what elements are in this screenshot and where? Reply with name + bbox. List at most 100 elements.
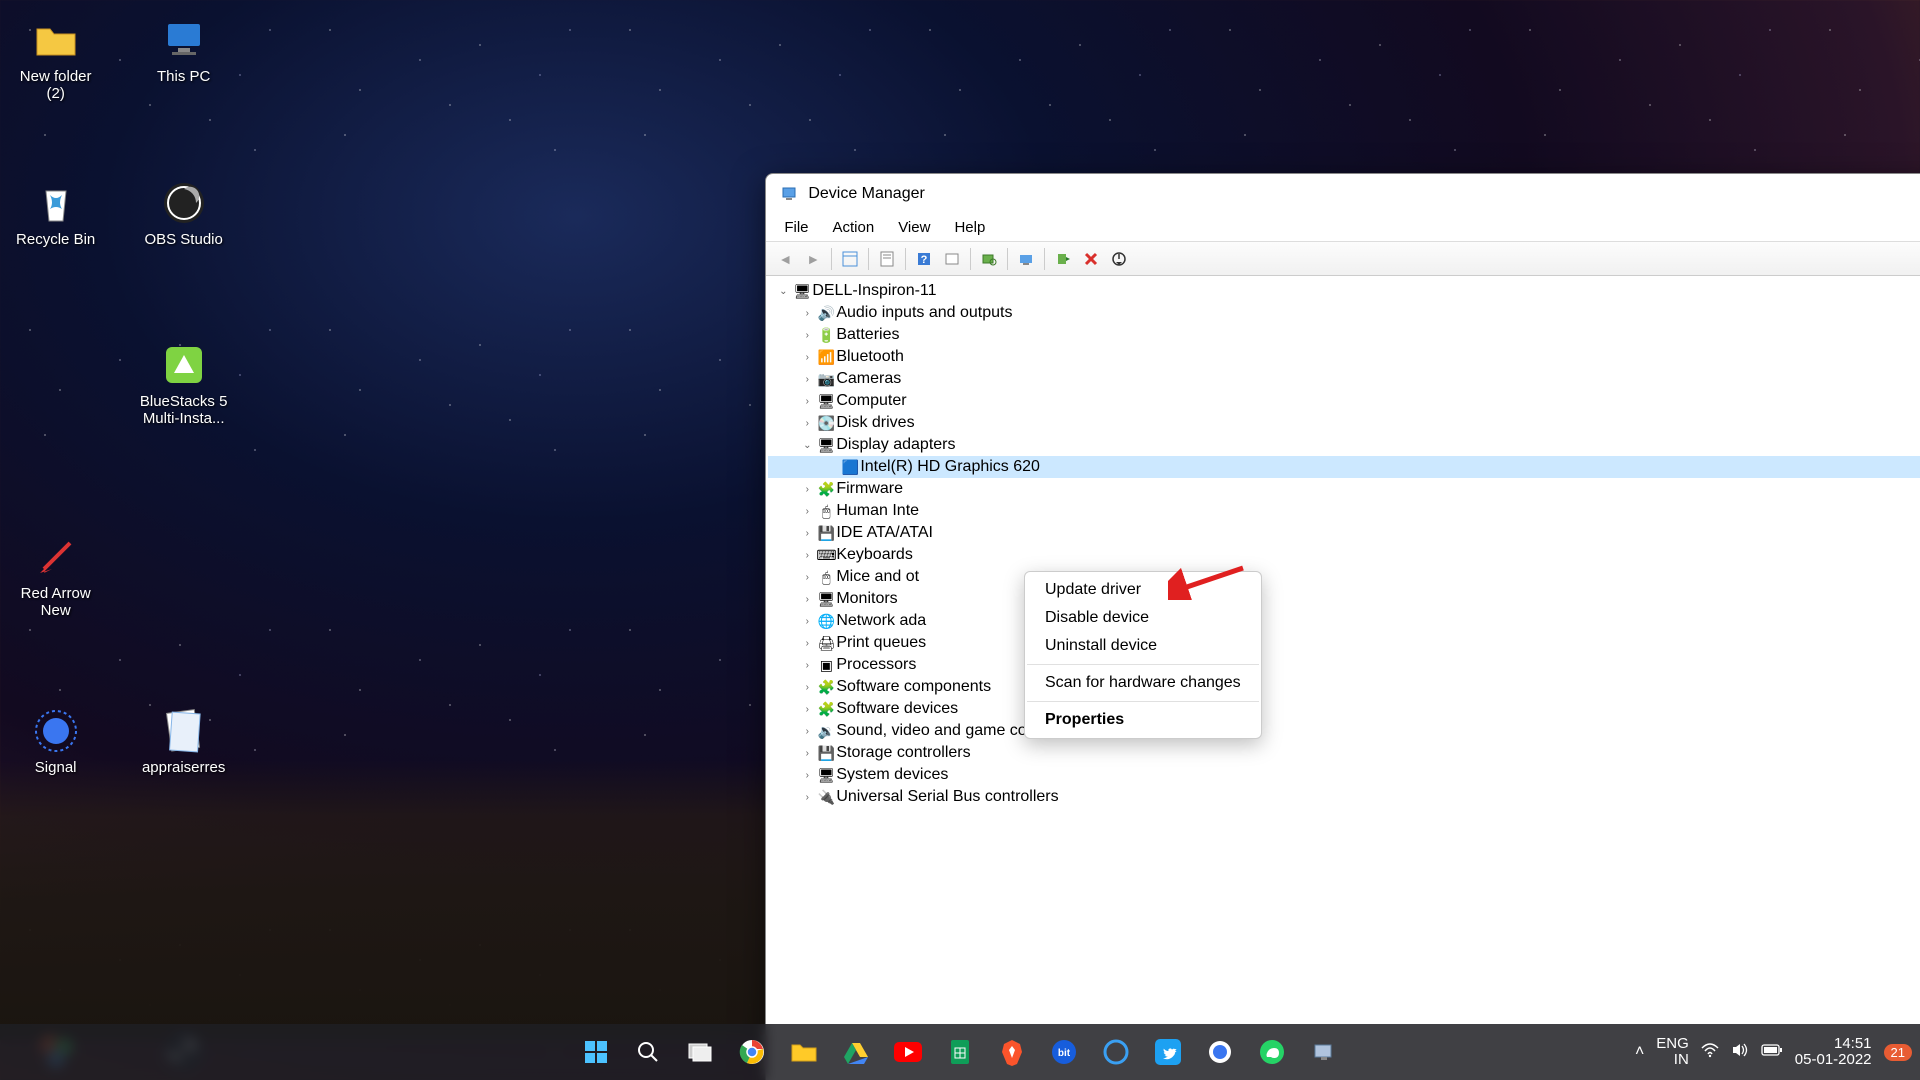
desktop-icon-bluestacks-multi[interactable]: BlueStacks 5 Multi-Insta...	[139, 341, 229, 427]
taskbar-signal-app[interactable]	[1198, 1030, 1242, 1074]
tray-chevron-icon[interactable]: ˄	[1635, 1043, 1644, 1061]
chevron-icon[interactable]: ›	[798, 352, 816, 363]
chevron-icon[interactable]: ›	[798, 308, 816, 319]
show-hidden-button[interactable]	[837, 246, 863, 272]
tree-node-2[interactable]: ›📶Bluetooth	[768, 346, 1920, 368]
taskbar-whatsapp[interactable]	[1250, 1030, 1294, 1074]
tree-node-6[interactable]: ⌄🖥Display adapters	[768, 434, 1920, 456]
tree-node-16[interactable]: ›🧩Software components	[768, 676, 1920, 698]
tree-node-5[interactable]: ›💽Disk drives	[768, 412, 1920, 434]
tree-root[interactable]: ⌄🖥DELL-Inspiron-11	[768, 280, 1920, 302]
taskbar-chrome[interactable]	[730, 1030, 774, 1074]
enable-device-button[interactable]	[1050, 246, 1076, 272]
tree-node-3[interactable]: ›📷Cameras	[768, 368, 1920, 390]
menubar[interactable]: FileActionViewHelp	[766, 214, 1920, 242]
chevron-icon[interactable]: ›	[798, 418, 816, 429]
chevron-icon[interactable]: ›	[798, 748, 816, 759]
chevron-icon[interactable]: ›	[798, 594, 816, 605]
taskbar[interactable]: bit ˄ ENG IN 14:51 05-01-2022 21	[0, 1024, 1920, 1080]
chevron-icon[interactable]: ›	[798, 396, 816, 407]
taskbar-cortana[interactable]	[1094, 1030, 1138, 1074]
chevron-icon[interactable]: ›	[798, 484, 816, 495]
update-driver-button[interactable]	[1013, 246, 1039, 272]
chevron-icon[interactable]: ⌄	[774, 286, 792, 297]
taskbar-sheets[interactable]	[938, 1030, 982, 1074]
desktop-icon-new-folder-2[interactable]: New folder (2)	[11, 16, 101, 102]
tree-node-15[interactable]: ›▣Processors	[768, 654, 1920, 676]
minimize-button[interactable]: ─	[1898, 174, 1920, 214]
taskbar-brave[interactable]	[990, 1030, 1034, 1074]
scan-hardware-button[interactable]	[976, 246, 1002, 272]
desktop-icon-recycle-bin[interactable]: Recycle Bin	[11, 179, 101, 248]
ctx-uninstall-device[interactable]: Uninstall device	[1025, 632, 1261, 660]
chevron-icon[interactable]: ›	[798, 572, 816, 583]
tree-node-13[interactable]: ›🌐Network ada	[768, 610, 1920, 632]
tree-node-17[interactable]: ›🧩Software devices	[768, 698, 1920, 720]
chevron-icon[interactable]: ›	[798, 726, 816, 737]
taskbar-bitwarden[interactable]: bit	[1042, 1030, 1086, 1074]
tree-node-11[interactable]: ›🖱Mice and ot	[768, 566, 1920, 588]
device-manager-window[interactable]: Device Manager ─ ▢ ✕ FileActionViewHelp …	[765, 173, 1920, 1080]
clock[interactable]: 14:51 05-01-2022	[1795, 1036, 1872, 1069]
tree-node-10[interactable]: ›⌨Keyboards	[768, 544, 1920, 566]
desktop-icon-this-pc[interactable]: This PC	[139, 16, 229, 85]
action-button[interactable]	[939, 246, 965, 272]
disable-device-button[interactable]	[1106, 246, 1132, 272]
titlebar[interactable]: Device Manager ─ ▢ ✕	[766, 174, 1920, 214]
taskbar-drive[interactable]	[834, 1030, 878, 1074]
ctx-properties[interactable]: Properties	[1025, 706, 1261, 734]
chevron-icon[interactable]: ›	[798, 770, 816, 781]
tree-node-0[interactable]: ›🔊Audio inputs and outputs	[768, 302, 1920, 324]
chevron-icon[interactable]: ›	[798, 330, 816, 341]
taskbar-twitter[interactable]	[1146, 1030, 1190, 1074]
chevron-icon[interactable]: ›	[798, 792, 816, 803]
tree-node-19[interactable]: ›💾Storage controllers	[768, 742, 1920, 764]
chevron-icon[interactable]: ›	[798, 616, 816, 627]
chevron-icon[interactable]: ›	[798, 660, 816, 671]
chevron-icon[interactable]: ⌄	[798, 440, 816, 451]
ctx-disable-device[interactable]: Disable device	[1025, 604, 1261, 632]
desktop-icon-obs-studio[interactable]: OBS Studio	[139, 179, 229, 248]
taskbar-task-view[interactable]	[678, 1030, 722, 1074]
chevron-icon[interactable]: ›	[798, 506, 816, 517]
tree-device-selected[interactable]: 🟦Intel(R) HD Graphics 620	[768, 456, 1920, 478]
wifi-icon[interactable]	[1701, 1041, 1719, 1064]
tree-node-8[interactable]: ›🖱Human Inte	[768, 500, 1920, 522]
tree-node-12[interactable]: ›🖥Monitors	[768, 588, 1920, 610]
tree-node-18[interactable]: ›🔉Sound, video and game controllers	[768, 720, 1920, 742]
properties-button[interactable]	[874, 246, 900, 272]
chevron-icon[interactable]: ›	[798, 682, 816, 693]
chevron-icon[interactable]: ›	[798, 374, 816, 385]
battery-icon[interactable]	[1761, 1043, 1783, 1062]
chevron-icon[interactable]: ›	[798, 704, 816, 715]
tree-node-21[interactable]: ›🔌Universal Serial Bus controllers	[768, 786, 1920, 808]
ctx-scan-for-hardware-changes[interactable]: Scan for hardware changes	[1025, 669, 1261, 697]
chevron-icon[interactable]: ›	[798, 550, 816, 561]
tree-node-4[interactable]: ›🖥Computer	[768, 390, 1920, 412]
tree-node-9[interactable]: ›💾IDE ATA/ATAI	[768, 522, 1920, 544]
tree-node-7[interactable]: ›🧩Firmware	[768, 478, 1920, 500]
taskbar-explorer[interactable]	[782, 1030, 826, 1074]
context-menu[interactable]: Update driverDisable deviceUninstall dev…	[1024, 571, 1262, 739]
system-tray[interactable]: ˄ ENG IN 14:51 05-01-2022 21	[1635, 1036, 1912, 1069]
tree-node-20[interactable]: ›🖥System devices	[768, 764, 1920, 786]
notification-badge[interactable]: 21	[1884, 1044, 1912, 1061]
volume-icon[interactable]	[1731, 1041, 1749, 1064]
tree-node-1[interactable]: ›🔋Batteries	[768, 324, 1920, 346]
taskbar-start[interactable]	[574, 1030, 618, 1074]
toolbar[interactable]: ◄ ► ?	[766, 242, 1920, 276]
chevron-icon[interactable]: ›	[798, 638, 816, 649]
desktop-icon-signal[interactable]: Signal	[11, 707, 101, 776]
desktop-icon-appraiserres[interactable]: appraiserres	[139, 707, 229, 776]
device-tree[interactable]: ⌄🖥DELL-Inspiron-11›🔊Audio inputs and out…	[766, 276, 1920, 1080]
chevron-icon[interactable]: ›	[798, 528, 816, 539]
taskbar-search[interactable]	[626, 1030, 670, 1074]
taskbar-youtube[interactable]	[886, 1030, 930, 1074]
language-indicator[interactable]: ENG IN	[1656, 1036, 1689, 1069]
uninstall-device-button[interactable]	[1078, 246, 1104, 272]
menu-view[interactable]: View	[886, 214, 942, 241]
help-button[interactable]: ?	[911, 246, 937, 272]
tree-node-14[interactable]: ›🖨Print queues	[768, 632, 1920, 654]
menu-action[interactable]: Action	[821, 214, 887, 241]
ctx-update-driver[interactable]: Update driver	[1025, 576, 1261, 604]
